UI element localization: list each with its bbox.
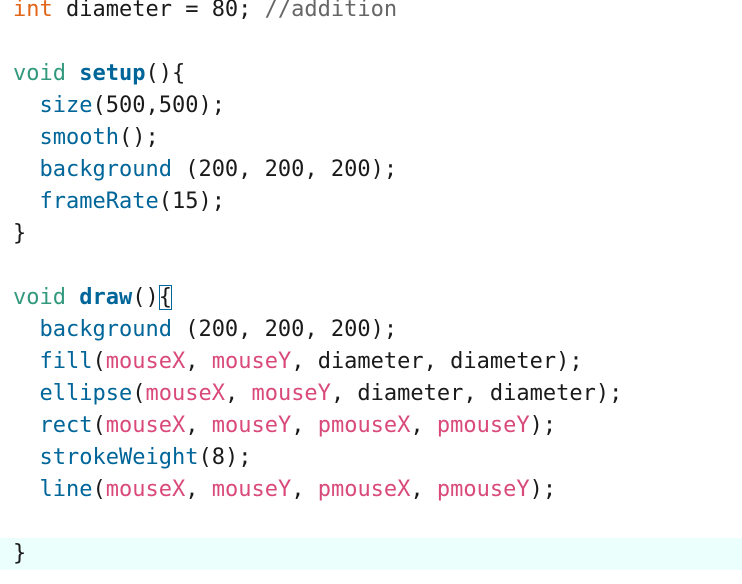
code-text: (200, 200, 200); bbox=[171, 317, 398, 342]
code-text: ); bbox=[529, 477, 557, 502]
code-text: , diameter, diameter); bbox=[291, 349, 583, 374]
code-text: , bbox=[291, 413, 318, 438]
builtin-variable: mouseX bbox=[145, 381, 225, 406]
function-call: background bbox=[39, 317, 172, 342]
function-call: strokeWeight bbox=[39, 445, 199, 470]
code-text: ( bbox=[92, 349, 106, 374]
code-editor[interactable]: int diameter = 80; //addition​void setup… bbox=[0, 0, 742, 570]
code-text: (8); bbox=[198, 445, 252, 470]
function-call: line bbox=[39, 477, 93, 502]
function-call: frameRate bbox=[39, 189, 159, 214]
code-line[interactable]: void setup(){ bbox=[0, 58, 742, 90]
builtin-variable: mouseY bbox=[211, 413, 292, 438]
code-text: , bbox=[185, 477, 212, 502]
code-text: (15); bbox=[158, 189, 225, 214]
function-name: setup bbox=[79, 61, 146, 86]
keyword: void bbox=[13, 285, 66, 310]
builtin-variable: pmouseX bbox=[317, 477, 411, 502]
code-line[interactable]: background (200, 200, 200); bbox=[0, 154, 742, 186]
comment: //addition bbox=[264, 0, 398, 22]
keyword: void bbox=[13, 61, 66, 86]
code-line[interactable]: ​ bbox=[0, 506, 742, 538]
builtin-variable: mouseY bbox=[211, 477, 292, 502]
code-line[interactable]: line(mouseX, mouseY, pmouseX, pmouseY); bbox=[0, 474, 742, 506]
code-line[interactable]: fill(mouseX, mouseY, diameter, diameter)… bbox=[0, 346, 742, 378]
code-text: , bbox=[410, 477, 437, 502]
code-text: (200, 200, 200); bbox=[171, 157, 398, 182]
function-call: ellipse bbox=[39, 381, 133, 406]
code-text: } bbox=[13, 541, 27, 566]
code-line[interactable]: ​ bbox=[0, 26, 742, 58]
code-text: (500,500); bbox=[92, 93, 225, 118]
function-call: rect bbox=[39, 413, 93, 438]
code-line[interactable]: size(500,500); bbox=[0, 90, 742, 122]
code-text: , diameter, diameter); bbox=[330, 381, 623, 406]
builtin-variable: mouseX bbox=[105, 477, 186, 502]
code-text: , bbox=[224, 381, 252, 406]
function-call: smooth bbox=[39, 125, 119, 150]
code-text: ( bbox=[132, 381, 146, 406]
code-text: () bbox=[132, 285, 159, 310]
builtin-variable: pmouseY bbox=[436, 413, 530, 438]
builtin-variable: mouseX bbox=[105, 413, 186, 438]
code-text: diameter = 80; bbox=[52, 0, 265, 22]
function-call: fill bbox=[39, 349, 93, 374]
matched-bracket: { bbox=[158, 285, 172, 310]
function-call: size bbox=[39, 93, 93, 118]
type-keyword: int bbox=[13, 0, 53, 22]
code-line[interactable]: void draw(){ bbox=[0, 282, 742, 314]
code-text: ( bbox=[92, 477, 106, 502]
code-line[interactable]: strokeWeight(8); bbox=[0, 442, 742, 474]
code-line[interactable]: ​ bbox=[0, 250, 742, 282]
code-line[interactable]: int diameter = 80; //addition bbox=[0, 0, 742, 26]
code-text: , bbox=[185, 413, 212, 438]
code-line[interactable]: } bbox=[0, 538, 742, 570]
code-line[interactable]: frameRate(15); bbox=[0, 186, 742, 218]
code-text: (); bbox=[118, 125, 159, 150]
builtin-variable: pmouseX bbox=[317, 413, 411, 438]
code-line[interactable]: rect(mouseX, mouseY, pmouseX, pmouseY); bbox=[0, 410, 742, 442]
builtin-variable: mouseY bbox=[251, 381, 331, 406]
code-text: , bbox=[291, 477, 318, 502]
code-text: ( bbox=[92, 413, 106, 438]
code-text: , bbox=[410, 413, 437, 438]
builtin-variable: mouseX bbox=[105, 349, 186, 374]
function-name: draw bbox=[79, 285, 133, 310]
code-text: } bbox=[13, 221, 27, 246]
code-line[interactable]: } bbox=[0, 218, 742, 250]
code-line[interactable]: background (200, 200, 200); bbox=[0, 314, 742, 346]
code-text: , bbox=[185, 349, 212, 374]
code-line[interactable]: smooth(); bbox=[0, 122, 742, 154]
builtin-variable: pmouseY bbox=[436, 477, 530, 502]
code-text: (){ bbox=[145, 61, 186, 86]
builtin-variable: mouseY bbox=[211, 349, 292, 374]
code-text: ); bbox=[529, 413, 557, 438]
function-call: background bbox=[39, 157, 172, 182]
code-line[interactable]: ellipse(mouseX, mouseY, diameter, diamet… bbox=[0, 378, 742, 410]
